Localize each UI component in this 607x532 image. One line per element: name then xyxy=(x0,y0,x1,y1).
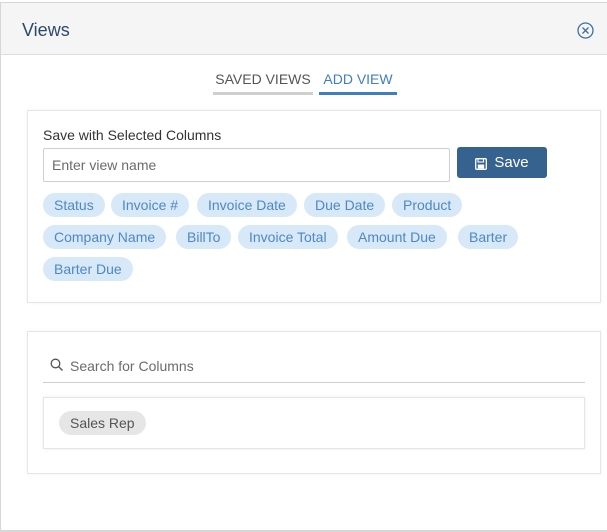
save-view-card: Save with Selected Columns Save Status I… xyxy=(27,110,601,303)
view-name-input[interactable] xyxy=(43,148,450,182)
selected-column-chip[interactable]: Status xyxy=(43,193,105,217)
panel-title: Views xyxy=(22,20,70,40)
selected-column-chip[interactable]: Product xyxy=(392,193,463,217)
available-columns: Sales Rep xyxy=(43,397,585,449)
selected-column-chip[interactable]: Due Date xyxy=(304,193,386,217)
tab-saved-views[interactable]: SAVED VIEWS xyxy=(213,69,313,95)
selected-column-chip[interactable]: Invoice Date xyxy=(197,193,297,217)
tab-add-view[interactable]: ADD VIEW xyxy=(319,69,397,95)
selected-column-chip[interactable]: Invoice Total xyxy=(238,225,338,249)
selected-column-chip[interactable]: BillTo xyxy=(176,225,232,249)
save-section-label: Save with Selected Columns xyxy=(43,127,222,143)
save-disk-icon xyxy=(475,157,488,170)
selected-column-chip[interactable]: Amount Due xyxy=(347,225,447,249)
selected-column-chip[interactable]: Barter xyxy=(458,225,519,249)
views-panel: Views SAVED VIEWS ADD VIEW Save with Sel… xyxy=(0,2,607,532)
column-search xyxy=(43,352,585,383)
available-column-chip[interactable]: Sales Rep xyxy=(59,411,146,435)
save-button[interactable]: Save xyxy=(457,147,547,178)
selected-column-chip[interactable]: Barter Due xyxy=(43,257,133,281)
selected-column-chip[interactable]: Invoice # xyxy=(111,193,190,217)
column-picker-card: Sales Rep xyxy=(27,331,601,474)
save-button-label: Save xyxy=(494,154,529,171)
close-icon[interactable] xyxy=(577,22,594,39)
column-search-input[interactable] xyxy=(70,355,570,377)
search-icon xyxy=(50,358,64,372)
selected-column-chip[interactable]: Company Name xyxy=(43,225,167,249)
panel-header: Views xyxy=(1,3,607,55)
